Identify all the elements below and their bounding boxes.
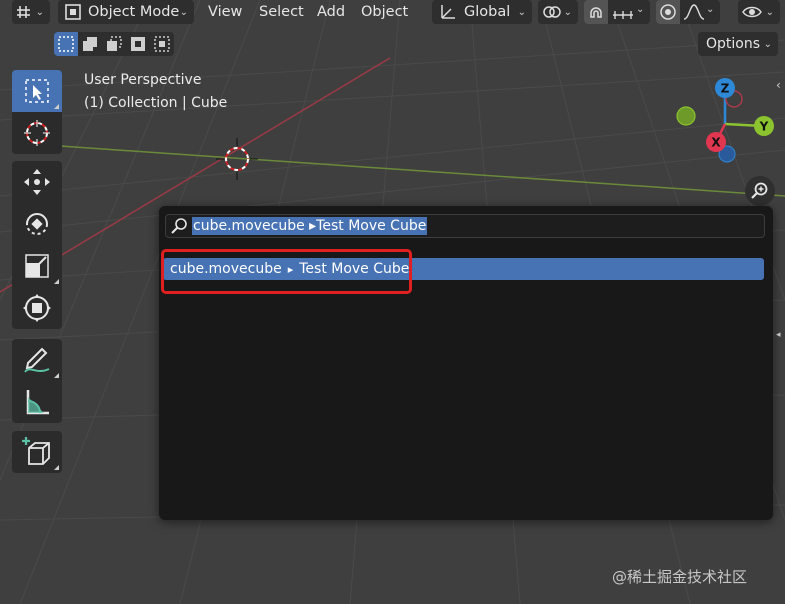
visibility-dropdown[interactable]: ⌄ xyxy=(738,0,780,24)
select-extend-button[interactable] xyxy=(78,32,102,56)
select-new-icon xyxy=(58,36,74,52)
select-extend-icon xyxy=(83,37,97,51)
snap-group: ⌄ xyxy=(584,0,650,24)
watermark-text: @稀土掘金技术社区 xyxy=(612,568,748,586)
move-icon xyxy=(24,169,50,195)
editor-type-button[interactable]: ⌄ xyxy=(12,0,50,24)
select-subtract-button[interactable] xyxy=(102,32,126,56)
svg-text:Z: Z xyxy=(721,82,730,96)
snap-increment-icon[interactable] xyxy=(611,3,637,21)
rotate-tool[interactable] xyxy=(12,203,62,245)
annotate-tool[interactable] xyxy=(12,339,62,381)
options-label: Options xyxy=(706,36,761,52)
select-box-icon xyxy=(25,79,49,103)
zoom-icon xyxy=(751,182,768,199)
chevron-down-icon[interactable]: ⌄ xyxy=(706,4,714,15)
search-query-text[interactable]: cube.movecube ▸Test Move Cube xyxy=(192,217,428,235)
proportional-edit-group: ⌄ xyxy=(656,0,720,24)
move-tool[interactable] xyxy=(12,161,62,203)
proportional-edit-toggle[interactable] xyxy=(656,0,680,24)
annotation-highlight-box xyxy=(161,249,412,294)
sidebar-expand-arrow-icon[interactable]: ‹ xyxy=(776,78,781,92)
snap-toggle[interactable] xyxy=(584,0,608,24)
select-invert-button[interactable] xyxy=(126,32,150,56)
add-cube-tool[interactable] xyxy=(12,431,62,473)
select-new-button[interactable] xyxy=(54,32,78,56)
cursor-icon xyxy=(24,120,50,146)
tool-group-transform xyxy=(12,161,62,329)
annotate-icon xyxy=(24,347,50,373)
mode-label: Object Mode xyxy=(88,4,180,20)
chevron-down-icon: ⌄ xyxy=(765,6,774,18)
options-dropdown[interactable]: Options ⌄ xyxy=(698,32,778,56)
chevron-down-icon: ⌄ xyxy=(517,6,526,18)
measure-icon xyxy=(26,390,49,415)
transform-orientation-dropdown[interactable]: Global ⌄ xyxy=(432,0,532,24)
chevron-down-icon: ⌄ xyxy=(563,6,572,18)
chevron-down-icon[interactable]: ⌄ xyxy=(636,4,644,15)
region-scroll-arrow-icon: ◂ xyxy=(776,330,781,340)
mode-dropdown[interactable]: Object Mode ⌄ xyxy=(58,0,194,24)
z-axis-handle[interactable]: Z xyxy=(715,78,735,98)
x-axis-handle[interactable]: X xyxy=(706,132,726,152)
transform-tool[interactable] xyxy=(12,287,62,329)
3d-viewport[interactable]: ⌄ Object Mode ⌄ View Select Add Object G… xyxy=(0,0,785,604)
pivot-point-dropdown[interactable]: ⌄ xyxy=(538,0,578,24)
select-box-tool[interactable] xyxy=(12,70,62,112)
scale-icon xyxy=(25,254,49,278)
object-mode-icon xyxy=(65,4,81,20)
add-cube-icon xyxy=(22,437,50,465)
navigation-gizmo[interactable]: Z Y X xyxy=(670,76,780,166)
select-invert-icon xyxy=(131,37,145,51)
tool-options-corner xyxy=(54,465,59,470)
chevron-down-icon: ⌄ xyxy=(763,38,772,50)
tool-options-corner xyxy=(54,373,59,378)
svg-text:X: X xyxy=(711,136,721,150)
select-intersect-button[interactable] xyxy=(150,32,174,56)
transform-icon xyxy=(23,294,51,322)
chevron-down-icon: ⌄ xyxy=(35,6,44,18)
viewport-header: ⌄ Object Mode ⌄ View Select Add Object G… xyxy=(0,0,785,26)
tool-group-add xyxy=(12,431,62,473)
proportional-edit-icon xyxy=(660,4,676,20)
menu-add[interactable]: Add xyxy=(317,0,345,24)
search-input[interactable]: cube.movecube ▸Test Move Cube xyxy=(165,214,765,238)
select-intersect-icon xyxy=(154,36,170,52)
measure-tool[interactable] xyxy=(12,381,62,423)
falloff-curve-icon[interactable] xyxy=(683,3,705,21)
tool-group-select xyxy=(12,70,62,154)
magnet-icon xyxy=(590,7,602,18)
negative-y-handle[interactable] xyxy=(676,106,696,126)
tool-options-corner xyxy=(54,279,59,284)
selection-mode-group xyxy=(54,32,174,56)
menu-select[interactable]: Select xyxy=(259,0,304,24)
rotate-icon xyxy=(26,213,48,235)
editor-type-icon xyxy=(17,6,30,18)
search-icon xyxy=(166,215,192,237)
orientation-axes-icon xyxy=(441,5,455,19)
zoom-button[interactable] xyxy=(745,176,775,206)
menu-view[interactable]: View xyxy=(208,0,242,24)
y-axis-handle[interactable]: Y xyxy=(754,116,774,136)
scale-tool[interactable] xyxy=(12,245,62,287)
chevron-down-icon: ⌄ xyxy=(179,6,188,18)
menu-object[interactable]: Object xyxy=(361,0,408,24)
tool-group-annotate xyxy=(12,339,62,423)
select-subtract-icon xyxy=(107,36,122,51)
cursor-tool[interactable] xyxy=(12,112,62,154)
collection-label: (1) Collection | Cube xyxy=(84,95,228,111)
orientation-label: Global xyxy=(464,4,511,20)
tool-options-corner xyxy=(54,104,59,109)
eye-icon xyxy=(742,6,762,18)
perspective-label: User Perspective xyxy=(84,72,202,88)
pivot-point-icon xyxy=(543,6,561,18)
svg-text:Y: Y xyxy=(759,120,769,134)
